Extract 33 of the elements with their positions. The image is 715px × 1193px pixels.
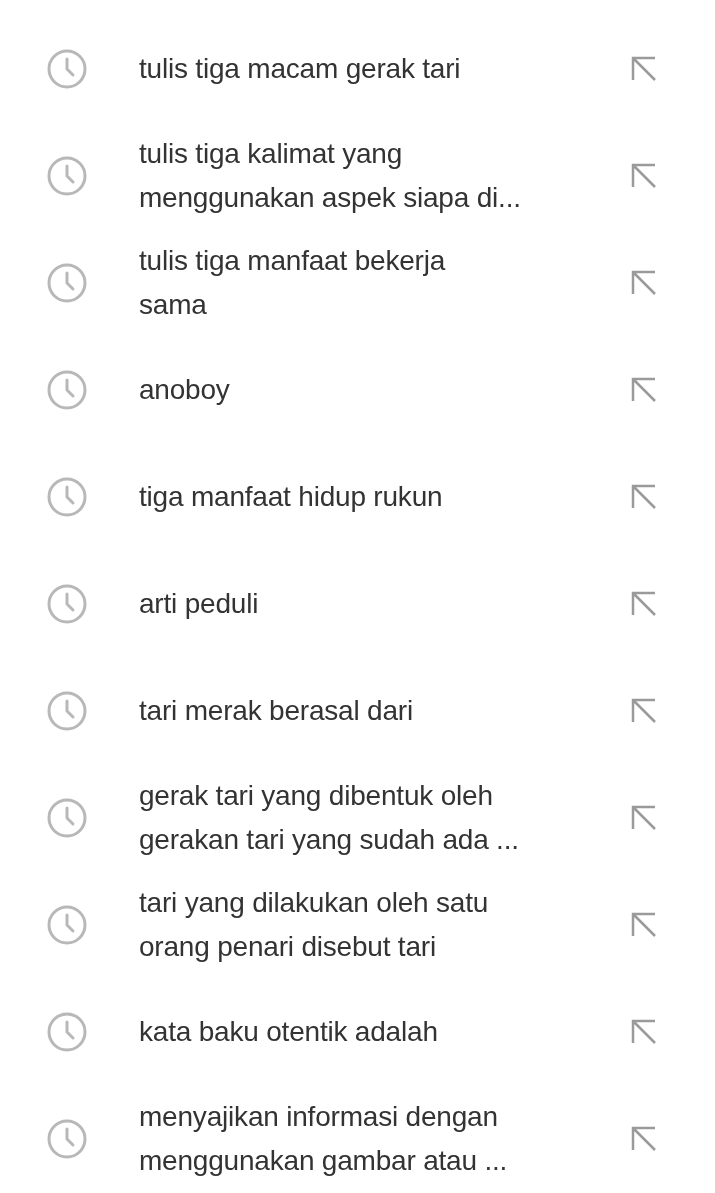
arrow-icon[interactable] xyxy=(631,483,657,510)
clock-icon xyxy=(47,48,87,89)
arrow-icon[interactable] xyxy=(631,376,657,403)
search-suggestion[interactable]: tiga manfaat hidup rukun xyxy=(139,474,609,519)
clock-icon xyxy=(47,904,87,945)
clock-icon xyxy=(47,476,87,517)
clock-icon xyxy=(47,583,87,624)
search-suggestion[interactable]: arti peduli xyxy=(139,581,609,626)
arrow-icon[interactable] xyxy=(631,1018,657,1045)
clock-icon xyxy=(47,1011,87,1052)
clock-icon xyxy=(47,690,87,731)
arrow-icon[interactable] xyxy=(631,590,657,617)
search-suggestion[interactable]: anoboy xyxy=(139,367,609,412)
arrow-icon[interactable] xyxy=(631,55,657,82)
search-suggestion[interactable]: tari yang dilakukan oleh satu orang penari disebut tari xyxy=(139,880,609,969)
arrow-icon[interactable] xyxy=(631,911,657,938)
clock-icon xyxy=(47,155,87,196)
search-suggestion[interactable]: tari merak berasal dari xyxy=(139,688,609,733)
search-suggestion[interactable]: kata baku otentik adalah xyxy=(139,1009,609,1054)
search-suggestion[interactable]: menyajikan informasi dengan menggunakan gambar atau ... xyxy=(139,1094,609,1183)
search-suggestion[interactable]: gerak tari yang dibentuk oleh gerakan tari yang sudah ada ... xyxy=(139,773,609,862)
search-suggestion[interactable]: tulis tiga macam gerak tari xyxy=(139,46,609,91)
arrow-icon[interactable] xyxy=(631,1125,657,1152)
arrow-icon[interactable] xyxy=(631,269,657,296)
clock-icon xyxy=(47,369,87,410)
arrow-icon[interactable] xyxy=(631,162,657,189)
clock-icon xyxy=(47,1118,87,1159)
arrow-icon[interactable] xyxy=(631,804,657,831)
search-suggestion[interactable]: tulis tiga kalimat yang menggunakan aspek siapa di... xyxy=(139,131,609,220)
clock-icon xyxy=(47,262,87,303)
clock-icon xyxy=(47,797,87,838)
arrow-icon[interactable] xyxy=(631,697,657,724)
search-suggestion[interactable]: tulis tiga manfaat bekerja sama xyxy=(139,238,609,327)
